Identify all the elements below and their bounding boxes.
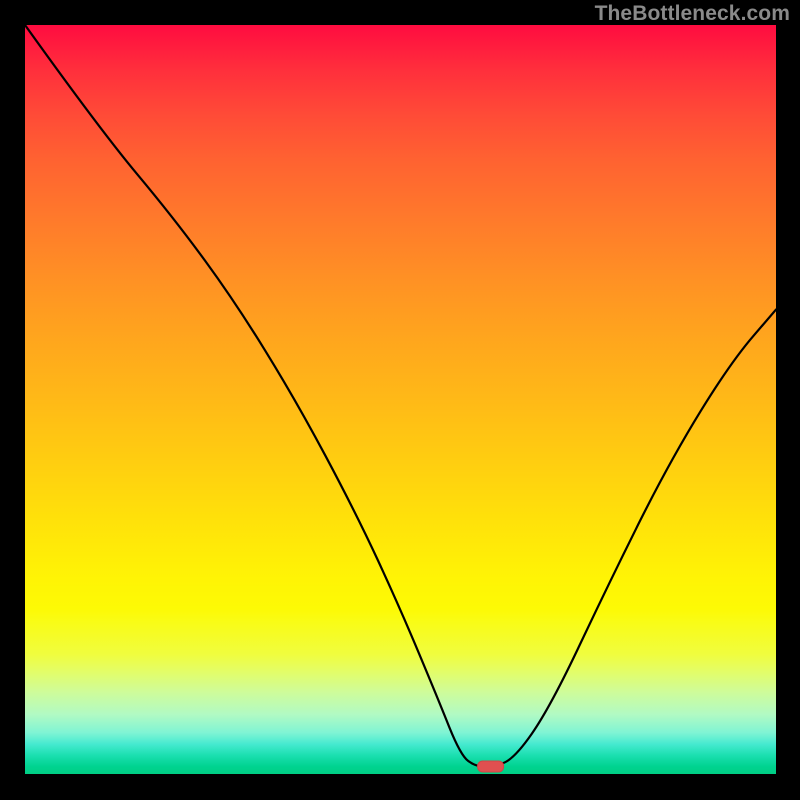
chart-frame: TheBottleneck.com — [0, 0, 800, 800]
minimum-marker — [478, 761, 504, 772]
watermark-text: TheBottleneck.com — [595, 2, 790, 26]
chart-svg — [25, 25, 776, 774]
plot-area — [25, 25, 776, 774]
bottleneck-curve — [25, 25, 776, 767]
